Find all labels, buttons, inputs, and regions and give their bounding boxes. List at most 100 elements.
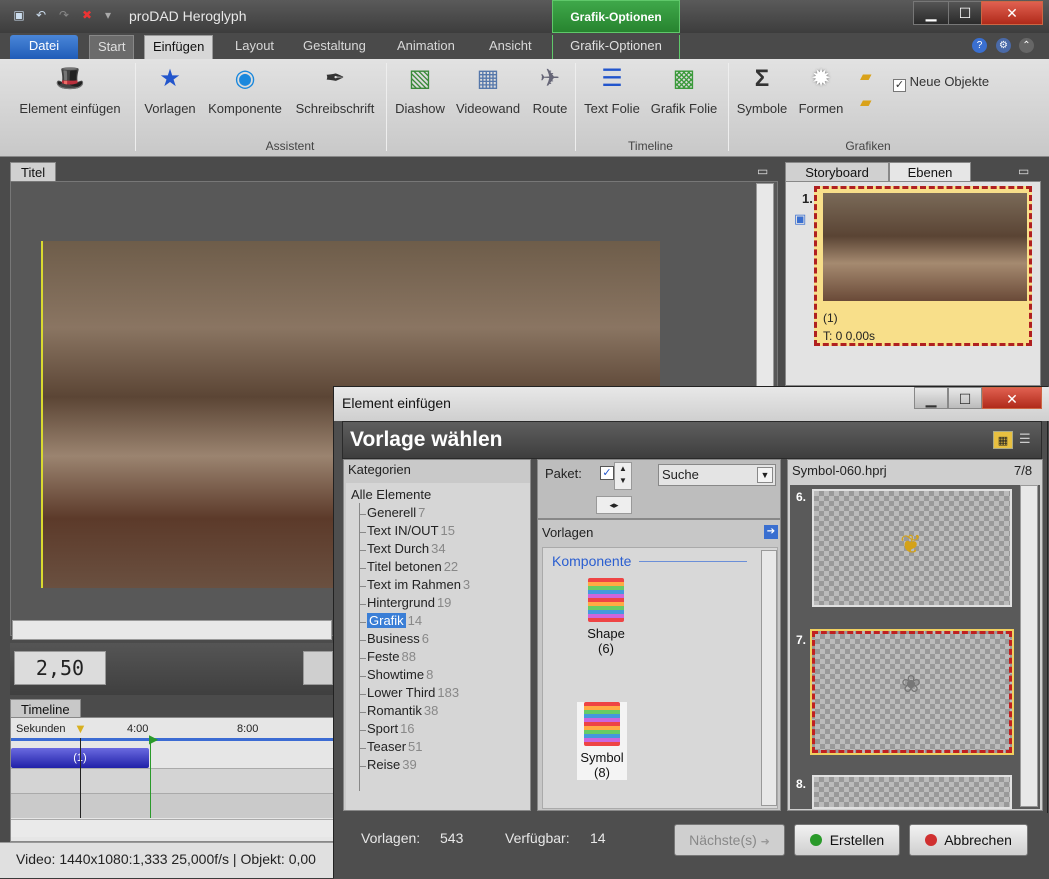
- category-item[interactable]: Business 6: [367, 631, 429, 646]
- category-count: 7: [418, 505, 426, 520]
- settings-icon[interactable]: ⚙: [996, 38, 1011, 53]
- help-icon[interactable]: ?: [972, 38, 987, 53]
- component-globe-icon: ◉: [234, 65, 256, 92]
- timeline-track[interactable]: [11, 768, 334, 793]
- tree-connector: [359, 748, 366, 749]
- customize-quick-access-icon[interactable]: ▾: [101, 8, 115, 22]
- group-label-assistent: Assistent: [265, 139, 315, 153]
- tab-datei[interactable]: Datei: [10, 35, 78, 59]
- tab-gestaltung[interactable]: Gestaltung: [295, 35, 374, 59]
- timeline-tick-label: 8:00: [237, 723, 259, 735]
- category-item[interactable]: Text IN/OUT 15: [367, 523, 455, 538]
- tab-grafik-optionen[interactable]: Grafik-Optionen: [552, 35, 680, 59]
- category-item[interactable]: Teaser 51: [367, 739, 423, 754]
- minimize-button[interactable]: ▁: [913, 1, 949, 25]
- maximize-button[interactable]: ☐: [948, 1, 982, 25]
- preview-list-panel: Symbol-060.hprj 7/8 6. ❦ 7. ❀ 8.: [787, 459, 1043, 811]
- undo-icon[interactable]: ↶: [34, 8, 48, 22]
- tab-start[interactable]: Start: [89, 35, 135, 59]
- komponente-button[interactable]: ◉ Komponente: [204, 63, 286, 116]
- transport-control[interactable]: [303, 651, 333, 685]
- symbole-button[interactable]: Σ Symbole: [734, 63, 790, 116]
- next-button[interactable]: Nächste(s) ➜: [674, 824, 785, 856]
- redo-icon[interactable]: ↷: [57, 8, 71, 22]
- route-button[interactable]: ✈ Route: [529, 63, 571, 116]
- category-item[interactable]: Sport 16: [367, 721, 415, 736]
- category-name: Grafik: [367, 613, 406, 628]
- save-icon[interactable]: ▣: [12, 8, 26, 22]
- folder-open-icon[interactable]: ▰: [860, 67, 872, 85]
- burst-shape-icon: ✹: [810, 65, 832, 92]
- vorlagen-scrollbar[interactable]: [761, 550, 777, 806]
- maximize-panel-icon[interactable]: ▭: [1018, 164, 1029, 178]
- category-item[interactable]: Lower Third 183: [367, 685, 459, 700]
- dialog-close-button[interactable]: ✕: [982, 387, 1042, 409]
- item-shape[interactable]: Shape (6): [581, 578, 631, 656]
- grafik-folie-button[interactable]: ▩ Grafik Folie: [648, 63, 720, 116]
- grid-view-icon[interactable]: ▦: [993, 431, 1013, 449]
- element-einfuegen-button[interactable]: 🎩 Element einfügen: [14, 63, 126, 116]
- tab-animation[interactable]: Animation: [389, 35, 463, 59]
- export-arrow-icon[interactable]: ➔: [764, 525, 778, 539]
- category-item[interactable]: Generell 7: [367, 505, 425, 520]
- maximize-panel-icon[interactable]: ▭: [757, 164, 768, 178]
- storyboard-slide[interactable]: (1) T: 0 0,00s: [814, 186, 1032, 346]
- status-bar: Video: 1440x1080:1,333 25,000f/s | Objek…: [0, 842, 340, 878]
- erstellen-button[interactable]: Erstellen: [794, 824, 900, 856]
- category-item[interactable]: Text Durch 34: [367, 541, 446, 556]
- timeline-horizontal-scrollbar[interactable]: [11, 819, 334, 837]
- playhead-marker-icon[interactable]: ▼: [74, 721, 87, 736]
- collapse-ribbon-icon[interactable]: ⌃: [1019, 38, 1034, 53]
- tab-ansicht[interactable]: Ansicht: [481, 35, 540, 59]
- paket-spinner[interactable]: ▲ ▼: [614, 462, 632, 490]
- category-item[interactable]: Showtime 8: [367, 667, 433, 682]
- category-item[interactable]: Titel betonen 22: [367, 559, 458, 574]
- tree-connector: [359, 712, 366, 713]
- abbrechen-button[interactable]: Abbrechen: [909, 824, 1028, 856]
- tab-ebenen[interactable]: Ebenen: [889, 162, 971, 182]
- preview-thumbnail[interactable]: [812, 775, 1012, 809]
- paket-scroll-arrows[interactable]: ◂▸: [596, 496, 632, 514]
- tab-layout[interactable]: Layout: [227, 35, 282, 59]
- tab-titel[interactable]: Titel: [10, 162, 57, 182]
- group-label-timeline: Timeline: [628, 139, 673, 153]
- diashow-button[interactable]: ▧ Diashow: [392, 63, 448, 116]
- category-name: Sport: [367, 721, 399, 736]
- category-count: 16: [400, 721, 415, 736]
- preview-horizontal-scrollbar[interactable]: [12, 620, 332, 640]
- formen-button[interactable]: ✹ Formen: [795, 63, 847, 116]
- category-item[interactable]: Grafik 14: [367, 613, 422, 628]
- category-item[interactable]: Reise 39: [367, 757, 417, 772]
- category-item[interactable]: Feste 88: [367, 649, 416, 664]
- tab-timeline[interactable]: Timeline: [10, 699, 81, 719]
- vorlagen-button[interactable]: ★ Vorlagen: [140, 63, 200, 116]
- item-symbol[interactable]: Symbol (8): [577, 702, 627, 780]
- category-count: 3: [462, 577, 471, 592]
- category-item[interactable]: Text im Rahmen 3: [367, 577, 470, 592]
- schreibschrift-button[interactable]: ✒ Schreibschrift: [291, 63, 379, 116]
- list-view-icon[interactable]: ☰: [1019, 431, 1031, 447]
- category-item[interactable]: Hintergrund 19: [367, 595, 451, 610]
- videowand-button[interactable]: ▦ Videowand: [452, 63, 524, 116]
- dialog-maximize-button[interactable]: ☐: [948, 387, 982, 409]
- tree-connector: [359, 694, 366, 695]
- tab-storyboard[interactable]: Storyboard: [785, 162, 889, 182]
- search-select[interactable]: Suche ▼: [658, 464, 776, 486]
- folder-save-icon[interactable]: ▰: [860, 93, 872, 111]
- dialog-minimize-button[interactable]: ▁: [914, 387, 948, 409]
- preview-thumbnail[interactable]: ❦: [812, 489, 1012, 607]
- preview-list-scrollbar[interactable]: [1020, 485, 1038, 807]
- category-root[interactable]: Alle Elemente: [351, 487, 431, 502]
- paket-checkbox[interactable]: ✓: [600, 466, 614, 480]
- close-button[interactable]: ✕: [981, 1, 1043, 25]
- time-display[interactable]: 2,50: [14, 651, 106, 685]
- chevron-down-icon[interactable]: ▼: [757, 467, 773, 483]
- text-folie-button[interactable]: ☰ Text Folie: [581, 63, 643, 116]
- timeline-track[interactable]: [11, 793, 334, 818]
- magic-hat-icon: 🎩: [55, 65, 85, 92]
- delete-icon[interactable]: ✖: [80, 8, 94, 22]
- tab-einfuegen[interactable]: Einfügen: [144, 35, 214, 59]
- neue-objekte-checkbox[interactable]: ✓ Neue Objekte: [893, 74, 989, 92]
- preview-thumbnail-selected[interactable]: ❀: [810, 629, 1014, 755]
- category-item[interactable]: Romantik 38: [367, 703, 438, 718]
